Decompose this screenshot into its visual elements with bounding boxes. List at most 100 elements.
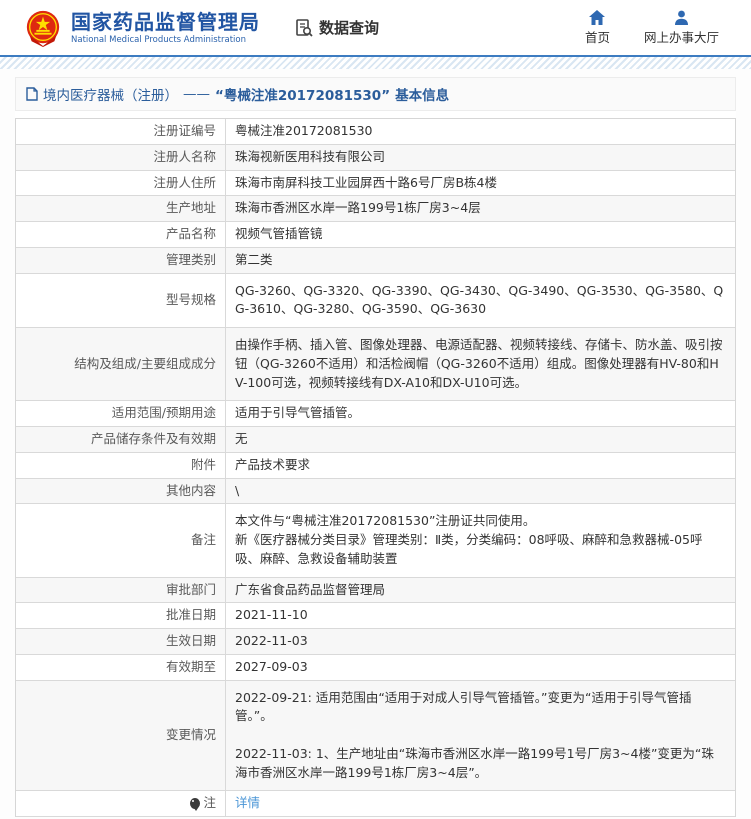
row-label-text: 适用范围/预期用途 [112,404,216,423]
row-value-text: 广东省食品药品监督管理局 [235,581,385,600]
data-query-label: 数据查询 [319,17,379,38]
table-row: 有效期至2027-09-03 [16,655,735,681]
row-label: 批准日期 [16,603,226,628]
row-value-text: 2022-11-03 [235,632,308,651]
table-row: 其他内容 \ [16,479,735,505]
table-row: 审批部门广东省食品药品监督管理局 [16,578,735,604]
row-label: 附件 [16,453,226,478]
note-pin-icon [190,798,200,809]
national-emblem-icon [24,9,62,47]
row-value: 适用于引导气管插管。 [226,401,735,426]
row-value-text: QG-3260、QG-3320、QG-3390、QG-3430、QG-3490、… [235,282,726,320]
row-label: 注册证编号 [16,119,226,144]
table-row: 适用范围/预期用途适用于引导气管插管。 [16,401,735,427]
table-row: 备注本文件与“粤械注准20172081530”注册证共同使用。 新《医疗器械分类… [16,504,735,577]
row-value: 详情 [226,791,735,816]
row-label-text: 备注 [191,531,216,550]
row-label-text: 生效日期 [166,632,216,651]
row-label-text: 管理类别 [166,251,216,270]
row-value: 2022-09-21: 适用范围由“适用于对成人引导气管插管。”变更为“适用于引… [226,681,735,791]
row-label: 产品名称 [16,222,226,247]
data-query-icon [294,18,314,38]
row-value-text: 珠海市香洲区水岸一路199号1栋厂房3~4层 [235,199,481,218]
row-label: 其他内容 [16,479,226,504]
table-row: 注册人名称珠海视新医用科技有限公司 [16,145,735,171]
table-row: 变更情况 2022-09-21: 适用范围由“适用于对成人引导气管插管。”变更为“… [16,681,735,792]
row-value-text: 视频气管插管镜 [235,225,323,244]
row-label: 注册人名称 [16,145,226,170]
row-label-text: 变更情况 [166,726,216,745]
page-title-dash: —— [183,86,210,102]
data-query-button[interactable]: 数据查询 [294,17,379,38]
row-value-text: 适用于引导气管插管。 [235,404,360,423]
row-value: QG-3260、QG-3320、QG-3390、QG-3430、QG-3490、… [226,274,735,328]
nav-service-hall[interactable]: 网上办事大厅 [644,10,719,46]
row-label: 备注 [16,504,226,576]
page-title-prefix: 境内医疗器械（注册） [43,84,178,104]
row-label: 结构及组成/主要组成成分 [16,328,226,400]
row-label: 注 [16,791,226,816]
document-icon [26,87,38,101]
brand-title-en: National Medical Products Administration [71,35,260,45]
row-value-text: 产品技术要求 [235,456,310,475]
row-value: \ [226,479,735,504]
row-value-text: 2021-11-10 [235,606,308,625]
row-label-text: 附件 [191,456,216,475]
row-label: 生效日期 [16,629,226,654]
row-value-text: 本文件与“粤械注准20172081530”注册证共同使用。 新《医疗器械分类目录… [235,512,726,568]
row-label-text: 批准日期 [166,606,216,625]
row-label: 管理类别 [16,248,226,273]
nav-home[interactable]: 首页 [585,10,610,46]
row-value: 视频气管插管镜 [226,222,735,247]
row-value-text: 粤械注准20172081530 [235,122,372,141]
main-content: 境内医疗器械（注册） —— “粤械注准20172081530” 基本信息 注册证… [0,69,751,819]
row-label: 审批部门 [16,578,226,603]
row-value-text: \ [235,482,239,501]
top-header: 国家药品监督管理局 National Medical Products Admi… [0,0,751,55]
row-value: 2027-09-03 [226,655,735,680]
table-row: 产品储存条件及有效期无 [16,427,735,453]
row-label-text: 注册证编号 [153,122,216,141]
row-label: 变更情况 [16,681,226,791]
row-label: 生产地址 [16,196,226,221]
row-label: 注册人住所 [16,171,226,196]
row-value: 珠海视新医用科技有限公司 [226,145,735,170]
row-value: 2022-11-03 [226,629,735,654]
row-value: 本文件与“粤械注准20172081530”注册证共同使用。 新《医疗器械分类目录… [226,504,735,576]
row-label-text: 产品储存条件及有效期 [91,430,216,449]
table-row: 型号规格 QG-3260、QG-3320、QG-3390、QG-3430、QG-3… [16,274,735,329]
row-label-text: 产品名称 [166,225,216,244]
registration-info-table: 注册证编号粤械注准20172081530注册人名称珠海视新医用科技有限公司注册人… [15,118,736,817]
row-value: 粤械注准20172081530 [226,119,735,144]
table-row: 产品名称视频气管插管镜 [16,222,735,248]
row-value-text: 无 [235,430,248,449]
row-label-text: 注 [203,794,216,813]
row-value: 由操作手柄、插入管、图像处理器、电源适配器、视频转接线、存储卡、防水盖、吸引按钮… [226,328,735,400]
row-value: 2021-11-10 [226,603,735,628]
table-row: 生效日期 2022-11-03 [16,629,735,655]
home-icon [589,10,605,25]
brand-text: 国家药品监督管理局 National Medical Products Admi… [71,11,260,45]
nav-home-label: 首页 [585,27,610,46]
nmpa-logo[interactable]: 国家药品监督管理局 National Medical Products Admi… [24,9,260,47]
row-value-text: 珠海市南屏科技工业园屏西十路6号厂房B栋4楼 [235,174,497,193]
top-nav: 首页 网上办事大厅 [585,10,719,46]
page-title: 境内医疗器械（注册） —— “粤械注准20172081530” 基本信息 [15,77,736,111]
hatch-band [0,57,751,69]
row-label-text: 结构及组成/主要组成成分 [74,355,216,374]
row-value-text: 珠海视新医用科技有限公司 [235,148,385,167]
row-label-text: 注册人住所 [153,174,216,193]
table-row: 附件产品技术要求 [16,453,735,479]
table-row: 生产地址珠海市香洲区水岸一路199号1栋厂房3~4层 [16,196,735,222]
table-row: 注册证编号粤械注准20172081530 [16,119,735,145]
row-label-text: 型号规格 [166,291,216,310]
details-link[interactable]: 详情 [235,794,260,813]
row-value-text: 第二类 [235,251,273,270]
table-row: 管理类别第二类 [16,248,735,274]
nav-hall-label: 网上办事大厅 [644,27,719,46]
row-value-text: 2027-09-03 [235,658,308,677]
row-label-text: 审批部门 [166,581,216,600]
table-row: 注册人住所珠海市南屏科技工业园屏西十路6号厂房B栋4楼 [16,171,735,197]
table-row: 批准日期 2021-11-10 [16,603,735,629]
table-row: 结构及组成/主要组成成分由操作手柄、插入管、图像处理器、电源适配器、视频转接线、… [16,328,735,401]
